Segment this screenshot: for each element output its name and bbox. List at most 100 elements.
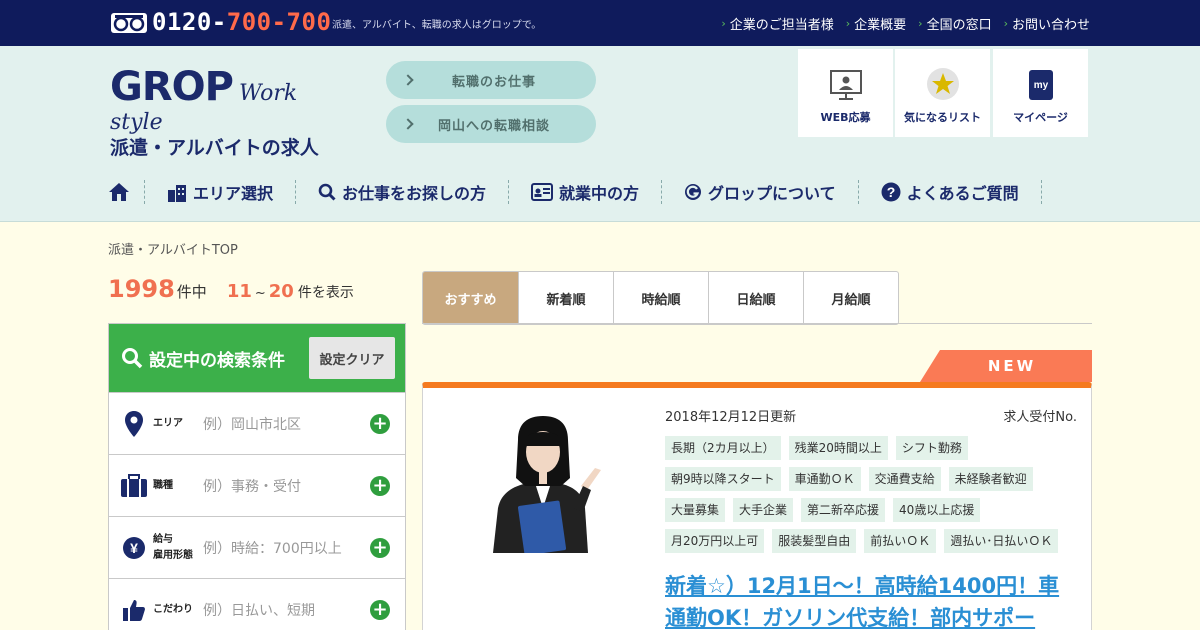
star-icon [926,68,959,100]
logo[interactable]: GROP Work style 派遣・アルバイトの求人 [110,64,350,159]
job-tag: 未経験者歓迎 [948,467,1033,491]
tagline: 派遣、アルバイト、転職の求人はグロップで。 [332,20,542,31]
condition-label: 給与 雇用形態 [153,533,193,561]
favorites-list-button[interactable]: 気になるリスト [895,49,990,137]
condition-salary[interactable]: ¥ 給与 雇用形態 例）時給：700円以上 + [109,516,405,578]
job-tag: 大量募集 [665,498,726,522]
breadcrumb[interactable]: 派遣・アルバイトTOP [108,239,238,258]
job-number-label: 求人受付No. [1003,410,1077,425]
condition-area[interactable]: エリア 例）岡山市北区 + [109,392,405,454]
career-jobs-button[interactable]: 転職のお仕事 [386,61,596,99]
tab-hourly[interactable]: 時給順 [613,272,708,324]
nav-employed[interactable]: 就業中の方 [509,180,663,204]
job-tag: 長期（2カ月以上） [665,436,781,460]
sort-tabs: おすすめ 新着順 時給順 日給順 月給順 [422,271,899,325]
tab-divider [422,323,1092,324]
yen-icon: ¥ [123,536,145,559]
total-unit: 件中 [176,283,207,301]
phone-prefix: 0120- [152,8,227,36]
logo-brand: GROP [110,64,234,110]
okayama-consult-button[interactable]: 岡山への転職相談 [386,105,596,143]
add-icon[interactable]: + [370,537,390,558]
tab-recommended[interactable]: おすすめ [423,272,518,324]
chevron-right-icon: › [918,17,923,30]
chevron-right-icon: › [721,17,726,30]
search-conditions-panel: 設定中の検索条件 設定クリア エリア 例）岡山市北区 + 職種 例）事務・受付 … [108,323,406,630]
range-unit: 件を表示 [297,285,354,301]
condition-placeholder: 例）事務・受付 [203,478,301,495]
add-icon[interactable]: + [370,599,390,620]
main-nav: エリア選択 お仕事をお探しの方 就業中の方 グロップについて ? よくあるご質問 [108,174,1092,210]
job-title-link[interactable]: 新着☆）12月1日～！高時給1400円！車通勤OK！ガソリン代支給！部内サポー [665,570,1075,630]
grop-g-icon [685,184,702,200]
top-bar: 0120-700-700 派遣、アルバイト、転職の求人はグロップで。 › 企業のご… [0,0,1200,46]
job-tag: 服装髪型自由 [772,529,857,553]
job-tag: 大手企業 [733,498,794,522]
search-icon [122,348,143,369]
nav-job-seekers[interactable]: お仕事をお探しの方 [296,180,510,204]
job-tag: 車通勤ＯＫ [788,467,861,491]
toplink-contact[interactable]: › お問い合わせ [1004,14,1090,33]
building-icon [168,185,186,202]
job-tag: 前払いＯＫ [864,529,937,553]
job-tag: 朝9時以降スタート [665,467,781,491]
tab-newest[interactable]: 新着順 [518,272,613,324]
job-photo [493,416,601,553]
add-icon[interactable]: + [370,475,390,496]
job-tag: 40歳以上応援 [893,498,981,522]
mypage-icon: my [1028,70,1053,100]
phone-number[interactable]: 0120-700-700 [152,8,331,36]
nav-faq[interactable]: ? よくあるご質問 [859,180,1042,204]
condition-label: 職種 [153,479,173,491]
header: GROP Work style 派遣・アルバイトの求人 転職のお仕事 岡山への転職… [0,46,1200,222]
condition-placeholder: 例）岡山市北区 [203,416,301,433]
tab-daily[interactable]: 日給順 [708,272,803,324]
tab-monthly[interactable]: 月給順 [803,272,898,324]
question-icon: ? [881,182,901,202]
total-count: 1998 [108,275,175,303]
toplink-label: 企業のご担当者様 [729,18,834,33]
map-pin-icon [125,410,143,437]
top-links: › 企業のご担当者様 › 企業概要 › 全国の窓口 › お問い合わせ [721,14,1090,33]
range-end: 20 [268,281,294,302]
nav-area-select[interactable]: エリア選択 [145,180,297,204]
condition-job-type[interactable]: 職種 例）事務・受付 + [109,454,405,516]
job-card[interactable]: 2018年12月12日更新 求人受付No. 長期（2カ月以上） 残業20時間以上… [422,382,1092,630]
search-conditions-header: 設定中の検索条件 設定クリア [109,324,405,392]
job-tag: 月20万円以上可 [665,529,765,553]
toplink-company-overview[interactable]: › 企業概要 [846,14,906,33]
condition-placeholder: 例）日払い、短期 [203,602,315,619]
condition-preferences[interactable]: こだわり 例）日払い、短期 + [109,578,405,630]
nav-label: よくあるご質問 [906,184,1019,203]
svg-text:?: ? [886,184,895,200]
web-apply-button[interactable]: WEB応募 [798,49,893,137]
job-tag: 交通費支給 [868,467,941,491]
range-start: 11 [226,281,252,302]
web-apply-icon [829,70,862,100]
mypage-icon-text: my [1033,80,1048,91]
free-dial-icon [111,13,147,33]
search-icon [318,183,336,201]
search-conditions-title: 設定中の検索条件 [149,350,285,371]
quick-label: 気になるリスト [904,111,981,124]
quick-label: マイページ [1013,111,1068,124]
job-tags: 長期（2カ月以上） 残業20時間以上 シフト勤務 朝9時以降スタート 車通勤ＯＫ… [665,436,1075,553]
chevron-right-icon: › [845,17,851,30]
nav-home[interactable] [108,180,145,204]
toplink-label: 企業概要 [854,18,907,33]
toplink-label: お問い合わせ [1011,18,1090,33]
clear-conditions-button[interactable]: 設定クリア [309,337,395,379]
add-icon[interactable]: + [370,413,390,434]
range-separator: ~ [254,286,266,301]
condition-label: こだわり [153,603,193,615]
toplink-offices[interactable]: › 全国の窓口 [918,14,991,33]
mypage-button[interactable]: my マイページ [993,49,1088,137]
briefcase-icon [121,473,147,497]
toplink-corporate-clients[interactable]: › 企業のご担当者様 [721,14,833,33]
nav-about-grop[interactable]: グロップについて [662,180,859,204]
pill-label: 転職のお仕事 [451,74,536,90]
nav-label: グロップについて [708,184,836,203]
logo-subtitle: 派遣・アルバイトの求人 [110,137,319,159]
nav-label: エリア選択 [193,184,274,203]
quick-label: WEB応募 [820,111,871,124]
